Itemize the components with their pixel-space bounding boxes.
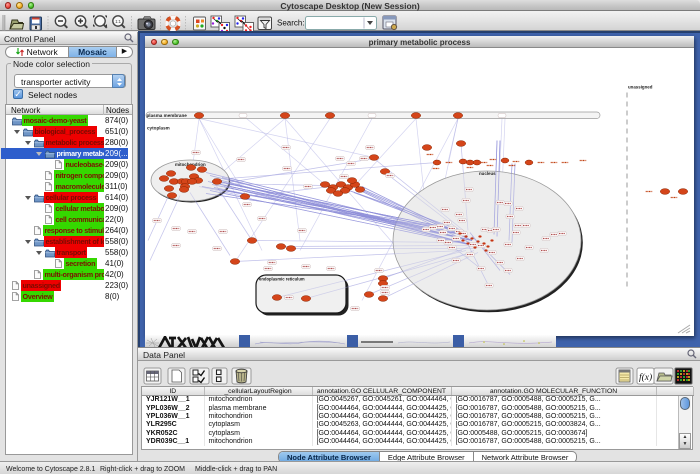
svg-text:cytoplasm: cytoplasm [147,126,170,131]
svg-text:Search:: Search: [277,18,305,27]
svg-text:nucleus: nucleus [479,171,496,176]
svg-text:unassigned: unassigned [628,85,653,90]
svg-text:f(x): f(x) [639,372,652,383]
svg-text:plasma membrane: plasma membrane [147,113,188,118]
svg-text:endoplasmic reticulum: endoplasmic reticulum [259,277,305,282]
